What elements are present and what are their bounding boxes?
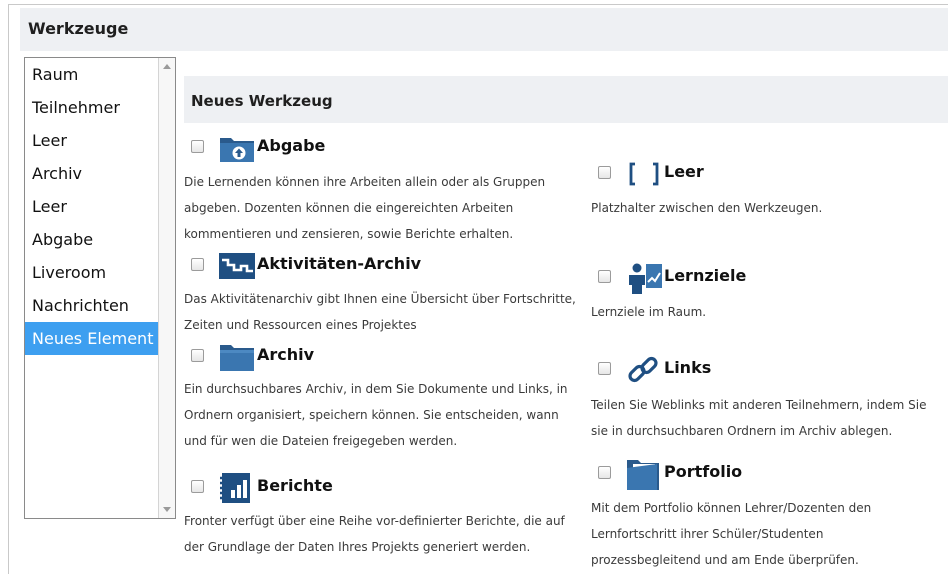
tool-portfolio: Portfolio Mit dem Portfolio können Lehre… [591, 458, 948, 567]
upload-folder-icon [218, 132, 256, 164]
tool-leer-checkbox[interactable] [598, 166, 611, 179]
sidebar-item-raum[interactable]: Raum [25, 58, 158, 91]
tool-aktivitaeten-archiv-checkbox[interactable] [191, 258, 204, 271]
list-scrollbar[interactable] [158, 58, 175, 518]
tool-links: Links Teilen Sie Weblinks mit anderen Te… [591, 354, 948, 438]
tool-portfolio-title: Portfolio [664, 462, 743, 481]
activity-chart-icon [218, 250, 256, 282]
tool-portfolio-checkbox[interactable] [598, 466, 611, 479]
scroll-up-icon[interactable] [163, 64, 171, 69]
goal-person-icon [625, 262, 663, 294]
tool-aktivitaeten-archiv: Aktivitäten-Archiv Das Aktivitätenarchiv… [184, 250, 589, 332]
tool-aktivitaeten-archiv-description: Das Aktivitätenarchiv gibt Ihnen eine Üb… [184, 292, 576, 332]
tool-links-title: Links [664, 358, 712, 377]
brackets-icon [625, 158, 663, 190]
scroll-down-icon[interactable] [163, 507, 171, 512]
tool-portfolio-description: Mit dem Portfolio können Lehrer/Dozenten… [591, 501, 872, 567]
tool-abgabe: Abgabe Die Lernenden können ihre Arbeite… [184, 132, 589, 241]
tool-leer-description: Platzhalter zwischen den Werkzeugen. [591, 201, 823, 215]
tools-header: Werkzeuge [20, 8, 948, 51]
tool-aktivitaeten-archiv-title: Aktivitäten-Archiv [257, 254, 422, 273]
tool-lernziele-checkbox[interactable] [598, 270, 611, 283]
sidebar-item-archiv[interactable]: Archiv [25, 157, 158, 190]
tool-leer: Leer Platzhalter zwischen den Werkzeugen… [591, 158, 948, 215]
tool-archiv-description: Ein durchsuchbares Archiv, in dem Sie Do… [184, 382, 568, 448]
panel-title: Neues Werkzeug [191, 92, 333, 110]
folder-icon [218, 341, 256, 373]
tool-lernziele-description: Lernziele im Raum. [591, 305, 707, 319]
tool-berichte-checkbox[interactable] [191, 480, 204, 493]
tool-berichte-title: Berichte [257, 476, 333, 495]
tool-abgabe-description: Die Lernenden können ihre Arbeiten allei… [184, 175, 546, 241]
tool-abgabe-title: Abgabe [257, 136, 326, 155]
tool-berichte: Berichte Fronter verfügt über eine Reihe… [184, 472, 589, 554]
tool-leer-title: Leer [664, 162, 704, 181]
panel-header: Neues Werkzeug [184, 76, 948, 123]
tool-archiv: Archiv Ein durchsuchbares Archiv, in dem… [184, 341, 589, 448]
page-title: Werkzeuge [28, 19, 129, 38]
tools-list[interactable]: Raum Teilnehmer Leer Archiv Leer Abgabe … [24, 57, 176, 519]
report-icon [218, 472, 256, 504]
tool-berichte-description: Fronter verfügt über eine Reihe vor-defi… [184, 514, 565, 554]
sidebar-item-nachrichten[interactable]: Nachrichten [25, 289, 158, 322]
sidebar-item-leer[interactable]: Leer [25, 124, 158, 157]
sidebar-item-neues-element[interactable]: Neues Element [25, 322, 158, 355]
sidebar-item-liveroom[interactable]: Liveroom [25, 256, 158, 289]
sidebar-item-leer[interactable]: Leer [25, 190, 158, 223]
portfolio-folder-icon [625, 458, 663, 490]
tool-lernziele-title: Lernziele [664, 266, 747, 285]
tool-abgabe-checkbox[interactable] [191, 140, 204, 153]
tool-archiv-title: Archiv [257, 345, 315, 364]
chain-link-icon [625, 354, 663, 386]
tool-archiv-checkbox[interactable] [191, 349, 204, 362]
tool-links-description: Teilen Sie Weblinks mit anderen Teilnehm… [591, 398, 927, 438]
sidebar-item-abgabe[interactable]: Abgabe [25, 223, 158, 256]
tool-lernziele: Lernziele Lernziele im Raum. [591, 262, 948, 319]
tool-links-checkbox[interactable] [598, 362, 611, 375]
sidebar-item-teilnehmer[interactable]: Teilnehmer [25, 91, 158, 124]
